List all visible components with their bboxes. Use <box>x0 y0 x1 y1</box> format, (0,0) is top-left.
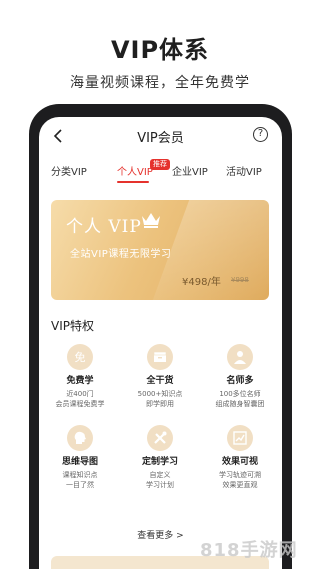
perk-item: 全干货 5000+知识点 即学即用 <box>120 344 200 409</box>
perk-name: 思维导图 <box>61 457 98 467</box>
watermark: 818手游网 <box>200 540 298 561</box>
chart-icon <box>227 425 253 451</box>
perk-desc: 100多位名师 <box>219 390 261 398</box>
perk-name: 定制学习 <box>141 457 178 467</box>
app-screen: VIP会员 ? 分类VIP 个人VIP 推荐 企业VIP 活动VIP 个人 VI… <box>39 117 282 569</box>
teacher-icon <box>227 344 253 370</box>
perk-desc: 学习计划 <box>146 481 174 489</box>
tab-category-vip[interactable]: 分类VIP <box>51 163 87 178</box>
card-price: ¥498/年 <box>182 277 221 288</box>
perk-desc: 近400门 <box>66 390 94 398</box>
promo-title: VIP体系 <box>110 36 210 64</box>
perk-name: 名师多 <box>226 376 254 386</box>
tab-bar: 分类VIP 个人VIP 推荐 企业VIP 活动VIP <box>39 159 282 185</box>
perk-desc: 组成随身智囊团 <box>215 400 265 408</box>
card-original-price: ¥998 <box>231 276 249 284</box>
perk-item: 定制学习 自定义 学习计划 <box>120 425 200 490</box>
promo-subtitle: 海量视频课程，全年免费学 <box>70 75 250 91</box>
active-tab-indicator <box>117 181 149 183</box>
tab-event-vip[interactable]: 活动VIP <box>226 163 262 178</box>
section-title: VIP特权 <box>51 319 94 333</box>
perk-desc: 自定义 <box>149 471 171 479</box>
perk-item: 免 免费学 近400门 会员课程免费学 <box>40 344 120 409</box>
perk-desc: 效果更直观 <box>222 481 258 489</box>
perk-name: 效果可视 <box>221 457 258 467</box>
card-title: 个人 VIP <box>66 217 142 237</box>
perk-item: 思维导图 课程知识点 一目了然 <box>40 425 120 490</box>
tab-personal-vip[interactable]: 个人VIP <box>117 163 153 178</box>
perk-desc: 会员课程免费学 <box>55 400 105 408</box>
page-title: VIP会员 <box>137 131 184 146</box>
tools-icon <box>147 425 173 451</box>
perk-item: 效果可视 学习轨迹可溯 效果更直观 <box>200 425 280 490</box>
recommend-badge: 推荐 <box>150 159 170 170</box>
perk-desc: 学习轨迹可溯 <box>219 471 261 479</box>
free-icon: 免 <box>67 344 93 370</box>
tab-enterprise-vip[interactable]: 企业VIP <box>172 163 208 178</box>
card-subtitle: 全站VIP课程无限学习 <box>70 249 172 260</box>
perk-desc: 5000+知识点 <box>137 390 183 398</box>
perk-desc: 一目了然 <box>66 481 94 489</box>
brain-icon <box>67 425 93 451</box>
perk-desc: 课程知识点 <box>62 471 98 479</box>
svg-text:免: 免 <box>75 350 86 364</box>
perk-name: 免费学 <box>66 376 94 386</box>
help-icon[interactable]: ? <box>253 127 268 142</box>
vip-card[interactable]: 个人 VIP 全站VIP课程无限学习 ¥498/年 ¥998 <box>51 200 269 300</box>
nav-bar: VIP会员 ? <box>39 117 282 155</box>
crown-icon <box>142 213 160 228</box>
perk-name: 全干货 <box>146 376 174 386</box>
perk-item: 名师多 100多位名师 组成随身智囊团 <box>200 344 280 409</box>
perk-desc: 即学即用 <box>146 400 174 408</box>
box-icon <box>147 344 173 370</box>
